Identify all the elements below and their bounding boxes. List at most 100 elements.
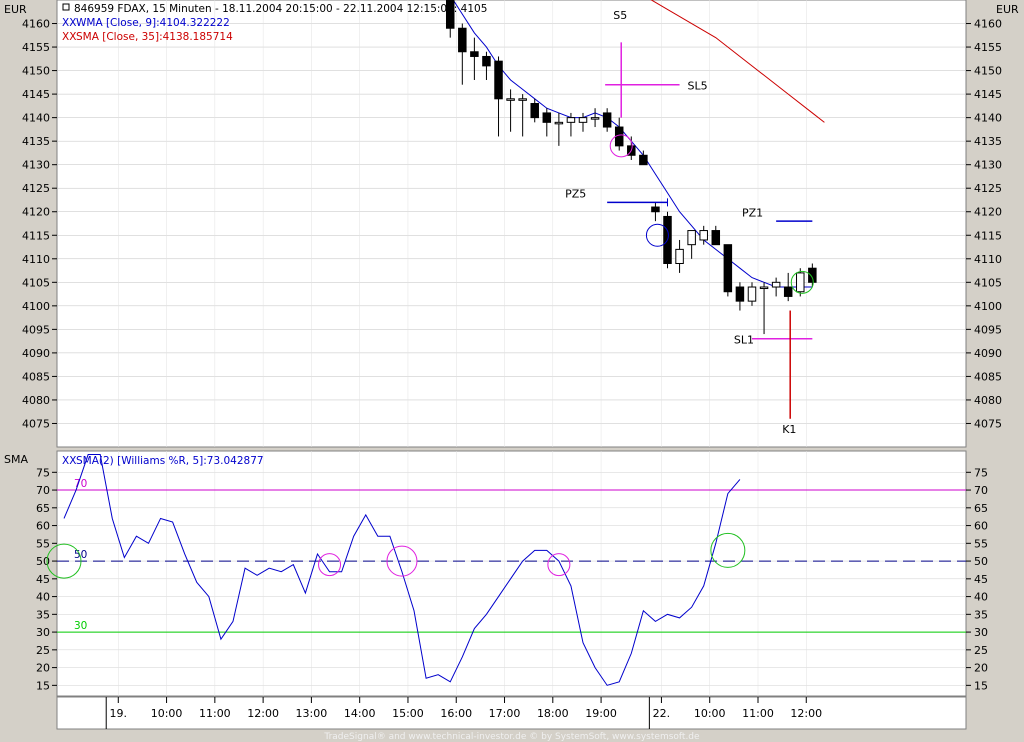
candle-body: [796, 272, 805, 293]
candle-body: [735, 286, 745, 302]
oscillator-legend-row: XX SMA(2) [Williams %R, 5]:73.042877: [62, 455, 264, 467]
level-label-30: 30: [74, 620, 87, 632]
candle-body: [578, 117, 588, 123]
upper-y-tick-label: 4125: [974, 182, 1002, 195]
candle-body: [566, 117, 576, 123]
x-tick-label: 10:00: [151, 707, 183, 720]
upper-y-tick-label: 4100: [974, 300, 1002, 313]
candle-body: [590, 117, 600, 120]
upper-y-tick-label: 4130: [974, 159, 1002, 172]
lower-y-tick-label: 15: [36, 679, 50, 692]
svg-text:XX: XX: [62, 31, 76, 43]
lower-y-tick-label: 50: [974, 555, 988, 568]
candle-body: [554, 121, 564, 125]
candle-body: [506, 98, 515, 101]
candle-body: [518, 98, 527, 101]
x-tick-label: 11:00: [742, 707, 774, 720]
upper-y-tick-label: 4085: [22, 370, 50, 383]
upper-y-tick-label: 4115: [974, 229, 1002, 242]
candle-body: [458, 27, 467, 53]
upper-y-tick-label: 4135: [22, 135, 50, 148]
candle-body: [711, 230, 721, 246]
lower-y-tick-label: 55: [974, 537, 988, 550]
footer-credit: TradeSignal® and www.technical-investor.…: [323, 732, 700, 742]
x-tick-label: 18:00: [537, 707, 569, 720]
lower-y-tick-label: 30: [36, 626, 50, 639]
oscillator-legend: SMA(2) [Williams %R, 5]:73.042877: [76, 455, 264, 467]
candle-body: [747, 286, 757, 302]
lower-y-tick-label: 70: [36, 484, 50, 497]
candle-body: [614, 126, 624, 147]
chart-title: 846959 FDAX, 15 Minuten - 18.11.2004 20:…: [74, 3, 487, 15]
lower-y-tick-label: 75: [36, 466, 50, 479]
upper-y-tick-label: 4140: [974, 112, 1002, 125]
lower-y-tick-label: 20: [36, 662, 50, 675]
upper-y-tick-label: 4105: [22, 276, 50, 289]
candle-body: [723, 244, 733, 293]
upper-y-tick-label: 4150: [22, 65, 50, 78]
upper-y-tick-label: 4110: [22, 253, 50, 266]
upper-y-tick-label: 4100: [22, 300, 50, 313]
lower-y-tick-label: 20: [974, 662, 988, 675]
upper-y-tick-label: 4160: [974, 18, 1002, 31]
currency-label-left: EUR: [4, 3, 27, 16]
candle-body: [602, 112, 612, 128]
candle-body: [687, 230, 696, 246]
lower-y-tick-label: 65: [974, 502, 988, 515]
lower-y-tick-label: 75: [974, 466, 988, 479]
lower-y-tick-label: 55: [36, 537, 50, 550]
upper-y-tick-label: 4155: [22, 41, 50, 54]
upper-y-tick-label: 4155: [974, 41, 1002, 54]
x-tick-label: 17:00: [489, 707, 521, 720]
x-tick-label: 13:00: [296, 707, 328, 720]
signal-label-PZ5: PZ5: [565, 188, 586, 201]
lower-y-tick-label: 45: [36, 573, 50, 586]
lower-y-tick-label: 40: [36, 591, 50, 604]
upper-y-tick-label: 4110: [974, 253, 1002, 266]
wma-legend: WMA [Close, 9]:4104.322222: [76, 17, 230, 29]
signal-label-PZ1: PZ1: [742, 206, 763, 219]
candle-body: [808, 267, 817, 283]
wma-legend-row: XX WMA [Close, 9]:4104.322222: [62, 17, 230, 29]
upper-y-tick-label: 4145: [974, 88, 1002, 101]
candle-body: [651, 206, 660, 213]
upper-y-tick-label: 4090: [22, 347, 50, 360]
upper-y-tick-label: 4120: [974, 206, 1002, 219]
level-label-70: 70: [74, 478, 87, 490]
candle-body: [530, 103, 539, 119]
lower-panel-label: SMA: [4, 453, 28, 466]
x-tick-label: 12:00: [790, 707, 822, 720]
candle-body: [759, 286, 769, 290]
candle-body: [771, 281, 781, 288]
lower-y-tick-label: 60: [36, 520, 50, 533]
lower-y-tick-label: 25: [974, 644, 988, 657]
x-tick-label: 12:00: [247, 707, 279, 720]
candle-body: [675, 248, 684, 264]
upper-y-axis-left: 4075 4080 4085 4090 4095 4100 4105 4110 4115 4120…: [22, 18, 57, 430]
lower-y-axis-right: 15 20 25 30 35 40 45 50 55 60 65 70 75: [966, 466, 988, 692]
upper-y-tick-label: 4150: [974, 65, 1002, 78]
upper-y-tick-label: 4160: [22, 18, 50, 31]
upper-y-axis-right: 4075 4080 4085 4090 4095 4100 4105 4110 4115 4120…: [966, 18, 1002, 430]
upper-plot-area[interactable]: [56, 0, 967, 448]
upper-y-tick-label: 4075: [22, 417, 50, 430]
chart-window: 4075408040854090409541004105411041154120…: [4, 0, 1019, 742]
upper-y-tick-label: 4075: [974, 417, 1002, 430]
lower-y-tick-label: 60: [974, 520, 988, 533]
candle-body: [639, 154, 648, 166]
upper-y-tick-label: 4105: [974, 276, 1002, 289]
upper-y-tick-label: 4095: [22, 323, 50, 336]
lower-y-tick-label: 65: [36, 502, 50, 515]
candle-body: [699, 230, 708, 241]
x-tick-label: 19:00: [585, 707, 617, 720]
x-tick-label: 11:00: [199, 707, 231, 720]
signal-label-SL1: SL1: [734, 333, 754, 346]
lower-y-tick-label: 15: [974, 679, 988, 692]
x-tick-label: 19.: [110, 707, 128, 720]
x-tick-label: 15:00: [392, 707, 424, 720]
lower-y-axis-left: 15202530354045505560657075: [36, 466, 57, 692]
candle-body: [470, 51, 479, 57]
lower-y-tick-label: 70: [974, 484, 988, 497]
upper-y-tick-label: 4080: [22, 394, 50, 407]
upper-y-tick-label: 4090: [974, 347, 1002, 360]
